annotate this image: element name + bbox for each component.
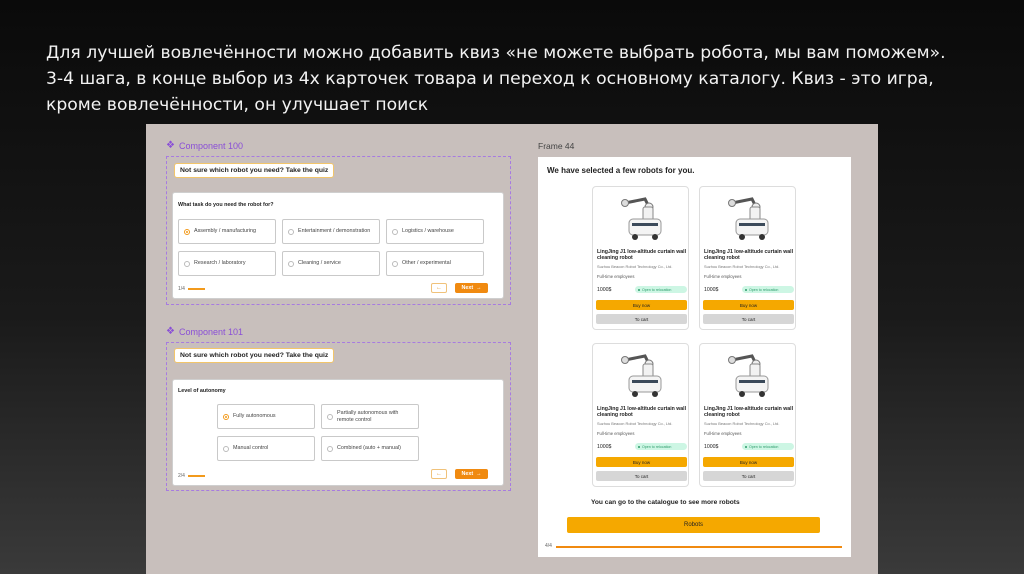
next-button[interactable]: Next → [455, 283, 488, 293]
product-price: 1000$ [704, 287, 719, 293]
next-button[interactable]: Next → [455, 469, 488, 479]
radio-icon [184, 260, 190, 267]
buy-now-button[interactable]: Buy now [703, 300, 794, 310]
quiz-option[interactable]: Assembly / manufacturing [178, 219, 276, 244]
quiz-tag[interactable]: Not sure which robot you need? Take the … [174, 348, 335, 363]
radio-icon [327, 413, 333, 420]
quiz-option[interactable]: Other / experimental [386, 251, 484, 276]
product-name: LingJing J1 low-altitude curtain wall cl… [597, 249, 687, 262]
product-card[interactable]: LingJing J1 low-altitude curtain wall cl… [592, 186, 689, 330]
product-company: Suzhou Beacon Robot Technology Co., Ltd. [704, 421, 780, 426]
quiz-step-indicator: 2/4 [178, 473, 205, 479]
product-name: LingJing J1 low-altitude curtain wall cl… [704, 249, 794, 262]
product-employment: Full-time employees [704, 274, 742, 279]
product-name: LingJing J1 low-altitude curtain wall cl… [704, 406, 794, 419]
radio-icon [288, 228, 294, 235]
buy-now-button[interactable]: Buy now [596, 300, 687, 310]
quiz-tag[interactable]: Not sure which robot you need? Take the … [174, 163, 335, 178]
quiz-option[interactable]: Partially autonomous with remote control [321, 404, 419, 429]
component-100-title[interactable]: ❖ Component 100 [166, 140, 243, 151]
frame-44: We have selected a few robots for you. L… [538, 157, 851, 557]
radio-selected-icon [223, 413, 229, 420]
to-cart-button[interactable]: To cart [703, 471, 794, 481]
to-cart-button[interactable]: To cart [596, 471, 687, 481]
diamond-icon: ❖ [166, 326, 175, 337]
back-button[interactable]: ← [431, 283, 447, 293]
headline-line-3: кроме вовлечённости, он улучшает поиск [46, 95, 429, 115]
quiz-option[interactable]: Manual control [217, 436, 315, 461]
quiz-option[interactable]: Fully autonomous [217, 404, 315, 429]
product-badge: Open to relocation [742, 286, 794, 293]
quiz-option[interactable]: Entertainment / demonstration [282, 219, 380, 244]
product-employment: Full-time employees [597, 431, 635, 436]
quiz-step-indicator: 1/4 [178, 286, 205, 292]
product-card[interactable]: LingJing J1 low-altitude curtain wall cl… [592, 343, 689, 487]
product-price: 1000$ [704, 444, 719, 450]
slide-headline: Для лучшей вовлечённости можно добавить … [46, 40, 986, 118]
product-price: 1000$ [597, 444, 612, 450]
product-name: LingJing J1 low-altitude curtain wall cl… [597, 406, 687, 419]
frame-44-label[interactable]: Frame 44 [538, 141, 574, 151]
arrow-left-icon: ← [436, 471, 442, 477]
buy-now-button[interactable]: Buy now [703, 457, 794, 467]
frame-progress-bar [556, 546, 842, 548]
quiz-card-2: Level of autonomy Fully autonomous Parti… [172, 379, 504, 486]
product-company: Suzhou Beacon Robot Technology Co., Ltd. [597, 421, 673, 426]
quiz-question: What task do you need the robot for? [178, 202, 274, 208]
arrow-left-icon: ← [436, 285, 442, 291]
radio-icon [288, 260, 294, 267]
radio-icon [392, 260, 398, 267]
headline-line-2: 3-4 шага, в конце выбор из 4х карточек т… [46, 69, 934, 89]
quiz-option[interactable]: Logistics / warehouse [386, 219, 484, 244]
back-button[interactable]: ← [431, 469, 447, 479]
radio-selected-icon [184, 228, 190, 235]
to-cart-button[interactable]: To cart [596, 314, 687, 324]
to-cart-button[interactable]: To cart [703, 314, 794, 324]
frame-step-indicator: 4/4 [545, 543, 552, 549]
product-employment: Full-time employees [597, 274, 635, 279]
product-company: Suzhou Beacon Robot Technology Co., Ltd. [597, 264, 673, 269]
quiz-option[interactable]: Combined (auto + manual) [321, 436, 419, 461]
design-canvas: ❖ Component 100 Not sure which robot you… [146, 124, 878, 574]
radio-icon [392, 228, 398, 235]
buy-now-button[interactable]: Buy now [596, 457, 687, 467]
product-card[interactable]: LingJing J1 low-altitude curtain wall cl… [699, 343, 796, 487]
quiz-question: Level of autonomy [178, 388, 226, 394]
robots-catalogue-button[interactable]: Robots [567, 517, 820, 533]
robot-icon [728, 197, 769, 240]
product-card[interactable]: LingJing J1 low-altitude curtain wall cl… [699, 186, 796, 330]
radio-icon [327, 445, 333, 452]
radio-icon [223, 445, 229, 452]
component-101-title[interactable]: ❖ Component 101 [166, 326, 243, 337]
robot-icon [621, 197, 662, 240]
robot-icon [728, 354, 769, 397]
product-price: 1000$ [597, 287, 612, 293]
product-badge: Open to relocation [635, 286, 687, 293]
catalogue-hint: You can go to the catalogue to see more … [591, 499, 740, 506]
quiz-option[interactable]: Research / laboratory [178, 251, 276, 276]
arrow-right-icon: → [476, 285, 482, 291]
product-company: Suzhou Beacon Robot Technology Co., Ltd. [704, 264, 780, 269]
product-badge: Open to relocation [742, 443, 794, 450]
product-badge: Open to relocation [635, 443, 687, 450]
results-title: We have selected a few robots for you. [547, 166, 695, 175]
product-employment: Full-time employees [704, 431, 742, 436]
diamond-icon: ❖ [166, 140, 175, 151]
robot-icon [621, 354, 662, 397]
quiz-option[interactable]: Cleaning / service [282, 251, 380, 276]
headline-line-1: Для лучшей вовлечённости можно добавить … [46, 43, 946, 63]
arrow-right-icon: → [476, 471, 482, 477]
quiz-card-1: What task do you need the robot for? Ass… [172, 192, 504, 299]
